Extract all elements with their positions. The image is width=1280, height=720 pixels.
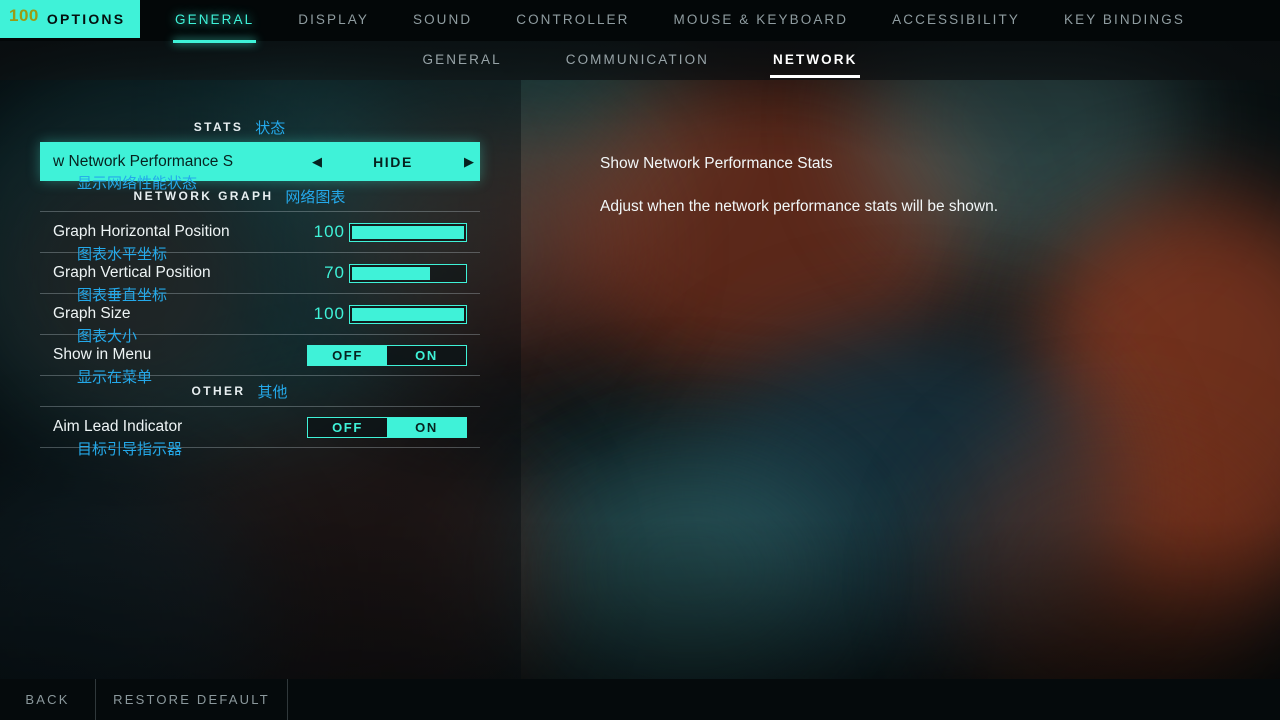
toggle-option-off[interactable]: OFF bbox=[308, 345, 387, 365]
row-label: Graph Horizontal Position bbox=[53, 223, 230, 240]
restore-default-button[interactable]: RESTORE DEFAULT bbox=[96, 679, 288, 720]
score-badge: 100 bbox=[9, 5, 39, 25]
row-value: 100 bbox=[313, 222, 345, 241]
section-header-stats-label: STATS bbox=[193, 120, 244, 134]
row-value: 100 bbox=[313, 304, 345, 323]
description-title: Show Network Performance Stats bbox=[600, 155, 833, 172]
section-header-network-graph: NETWORK GRAPH 网络图表 bbox=[0, 181, 521, 211]
toggle-option-on[interactable]: ON bbox=[387, 417, 466, 437]
row-value: 70 bbox=[324, 263, 345, 282]
tab-key-bindings[interactable]: KEY BINDINGS bbox=[1064, 12, 1185, 29]
toggle-option-off[interactable]: OFF bbox=[308, 418, 387, 437]
tab-mouse-keyboard[interactable]: MOUSE & KEYBOARD bbox=[674, 12, 849, 29]
previous-value-arrow-icon[interactable]: ◀ bbox=[306, 154, 328, 170]
section-header-network-graph-translation: 网络图表 bbox=[285, 187, 346, 206]
row-label: Graph Size bbox=[53, 305, 131, 322]
section-header-stats-translation: 状态 bbox=[255, 118, 286, 137]
section-header-other: OTHER 其他 bbox=[0, 376, 521, 406]
subtab-network[interactable]: NETWORK bbox=[770, 52, 861, 78]
row-label: Graph Vertical Position bbox=[53, 264, 211, 281]
main-tab-bar: GENERAL DISPLAY SOUND CONTROLLER MOUSE &… bbox=[172, 0, 1229, 43]
options-label: OPTIONS bbox=[46, 11, 126, 27]
tab-display[interactable]: DISPLAY bbox=[298, 12, 369, 29]
options-title-block: 100 OPTIONS bbox=[0, 0, 140, 38]
graph-size-slider[interactable] bbox=[349, 304, 467, 324]
options-screen: 100 OPTIONS GENERAL DISPLAY SOUND CONTRO… bbox=[0, 0, 1280, 720]
section-header-other-label: OTHER bbox=[191, 384, 246, 398]
graph-vertical-position-slider[interactable] bbox=[349, 263, 467, 283]
aim-lead-indicator-toggle[interactable]: OFF ON bbox=[307, 416, 467, 438]
section-header-stats: STATS 状态 bbox=[0, 112, 521, 142]
selected-value: HIDE bbox=[373, 153, 413, 170]
description-body: Adjust when the network performance stat… bbox=[600, 198, 999, 215]
row-label: w Network Performance S bbox=[53, 152, 234, 170]
sub-tab-bar: GENERAL COMMUNICATION NETWORK bbox=[0, 41, 1280, 80]
tab-accessibility[interactable]: ACCESSIBILITY bbox=[892, 12, 1020, 29]
back-button[interactable]: BACK bbox=[0, 679, 96, 720]
toggle-option-on[interactable]: ON bbox=[387, 346, 466, 365]
value-selector: ◀ HIDE ▶ bbox=[306, 142, 480, 181]
header-bar: 100 OPTIONS GENERAL DISPLAY SOUND CONTRO… bbox=[0, 0, 1280, 80]
row-label: Show in Menu bbox=[53, 346, 152, 363]
subtab-communication[interactable]: COMMUNICATION bbox=[566, 52, 709, 70]
next-value-arrow-icon[interactable]: ▶ bbox=[458, 154, 480, 170]
tab-general[interactable]: GENERAL bbox=[172, 12, 257, 43]
options-list: STATS 状态 w Network Performance S ◀ HIDE … bbox=[0, 112, 521, 458]
row-label: Aim Lead Indicator bbox=[53, 418, 183, 435]
tab-sound[interactable]: SOUND bbox=[413, 12, 472, 29]
description-panel: Show Network Performance Stats Adjust wh… bbox=[600, 155, 1200, 216]
graph-horizontal-position-slider[interactable] bbox=[349, 222, 467, 242]
subtab-general[interactable]: GENERAL bbox=[423, 52, 502, 70]
section-header-other-translation: 其他 bbox=[257, 382, 288, 401]
show-in-menu-toggle[interactable]: OFF ON bbox=[307, 344, 467, 366]
footer-bar: BACK RESTORE DEFAULT bbox=[0, 679, 1280, 720]
row-translation: 目标引导指示器 bbox=[77, 440, 183, 458]
section-header-network-graph-label: NETWORK GRAPH bbox=[133, 189, 274, 203]
tab-controller[interactable]: CONTROLLER bbox=[516, 12, 629, 29]
